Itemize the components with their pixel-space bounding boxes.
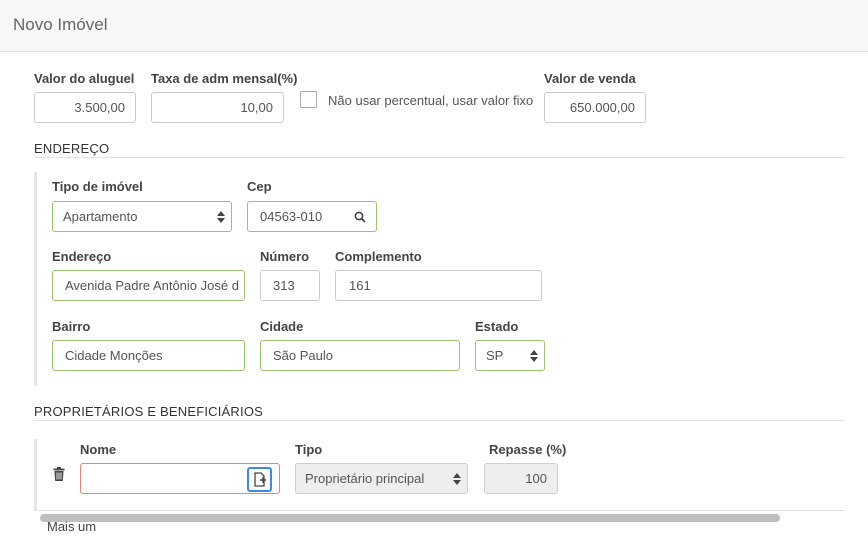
rent-label: Valor do aluguel [34, 71, 135, 86]
rent-input[interactable]: 3.500,00 [34, 92, 136, 123]
fixed-value-checkbox[interactable] [300, 91, 317, 108]
cep-value: 04563-010 [260, 209, 323, 224]
owner-name-header: Nome [80, 442, 117, 457]
search-icon[interactable] [354, 211, 366, 223]
complement-label: Complemento [335, 249, 422, 264]
city-label: Cidade [260, 319, 304, 334]
owner-name-input[interactable] [80, 463, 280, 494]
district-label: Bairro [52, 319, 91, 334]
sale-input[interactable]: 650.000,00 [544, 92, 646, 123]
district-input[interactable]: Cidade Monções [52, 340, 245, 371]
state-label: Estado [475, 319, 519, 334]
number-label: Número [260, 249, 310, 264]
street-input[interactable]: Avenida Padre Antônio José d [52, 270, 245, 301]
address-section-title: ENDEREÇO [34, 141, 110, 156]
owner-share-input: 100 [484, 463, 558, 494]
property-type-label: Tipo de imóvel [52, 179, 143, 194]
property-type-value: Apartamento [63, 209, 138, 224]
number-input[interactable]: 313 [260, 270, 320, 301]
state-value: SP [486, 348, 504, 363]
trash-icon[interactable] [53, 467, 65, 481]
state-select[interactable]: SP [475, 340, 545, 371]
cep-label: Cep [247, 179, 272, 194]
owner-type-select[interactable]: Proprietário principal [295, 463, 468, 494]
street-label: Endereço [52, 249, 112, 264]
chevron-updown-icon [453, 472, 461, 486]
fee-input[interactable]: 10,00 [151, 92, 284, 123]
chevron-updown-icon [217, 210, 225, 224]
sale-label: Valor de venda [544, 71, 636, 86]
city-input[interactable]: São Paulo [260, 340, 460, 371]
address-divider [34, 157, 845, 158]
owner-type-value: Proprietário principal [305, 471, 425, 486]
fixed-value-checkbox-label[interactable]: Não usar percentual, usar valor fixo [328, 93, 533, 108]
add-person-icon [254, 472, 266, 487]
chevron-updown-icon [530, 349, 538, 363]
owners-divider [34, 420, 845, 421]
owner-type-header: Tipo [295, 442, 323, 457]
owners-row-divider [37, 510, 845, 511]
address-group-bar [34, 172, 37, 386]
page-title: Novo Imóvel [13, 15, 108, 34]
complement-input[interactable]: 161 [335, 270, 542, 301]
page-header: Novo Imóvel [0, 0, 868, 52]
horizontal-scrollbar[interactable] [40, 514, 780, 522]
owners-group-bar [34, 439, 37, 511]
property-type-select[interactable]: Apartamento [52, 201, 232, 232]
owner-share-header: Repasse (%) [489, 442, 567, 457]
fee-label: Taxa de adm mensal(%) [151, 71, 298, 86]
add-owner-link[interactable]: Mais um [47, 519, 96, 534]
owners-section-title: PROPRIETÁRIOS E BENEFICIÁRIOS [34, 404, 264, 419]
cep-input[interactable]: 04563-010 [247, 201, 377, 232]
add-person-button[interactable] [247, 467, 272, 492]
